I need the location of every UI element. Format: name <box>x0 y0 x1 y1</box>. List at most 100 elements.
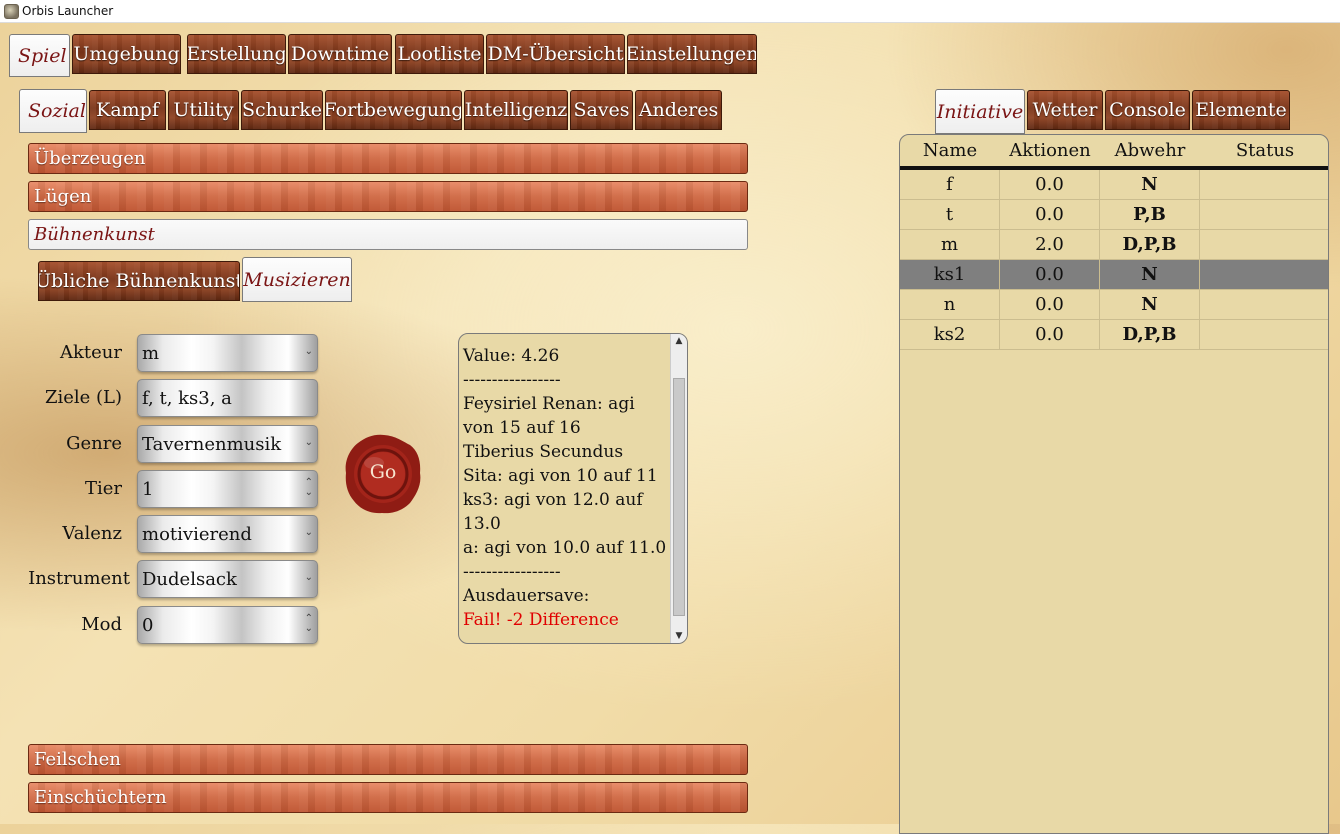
instrument-select[interactable]: Dudelsack ⌄ <box>137 560 318 598</box>
cell-status <box>1200 230 1328 259</box>
output-line: ----------------- <box>463 370 561 390</box>
actor-label: Akteur <box>60 342 122 363</box>
tab-fortbewegung[interactable]: Fortbewegung <box>325 90 462 130</box>
tab-uebliche-buehnenkunst[interactable]: Übliche Bühnenkunst <box>38 261 240 301</box>
table-row-selected[interactable]: ks1 0.0 N <box>900 260 1328 290</box>
result-output[interactable]: ----------------- Value: 4.26 ----------… <box>458 333 688 644</box>
instrument-label: Instrument <box>28 568 130 589</box>
chevron-down-icon: ⌄ <box>304 346 313 357</box>
tab-sozial[interactable]: Sozial <box>19 89 87 133</box>
cell-status <box>1200 200 1328 229</box>
tab-utility[interactable]: Utility <box>168 90 239 130</box>
table-row[interactable]: f 0.0 N <box>900 170 1328 200</box>
cell-name: f <box>900 170 1000 199</box>
skill-buehnenkunst[interactable]: Bühnenkunst <box>28 219 748 250</box>
tab-elemente[interactable]: Elemente <box>1192 90 1290 130</box>
output-line: Value: 4.26 <box>463 346 560 366</box>
skill-feilschen[interactable]: Feilschen <box>28 744 748 775</box>
window-title: Orbis Launcher <box>22 4 114 18</box>
chevron-down-icon: ⌄ <box>304 437 313 448</box>
mod-stepper[interactable]: 0 ⌃ ⌄ <box>137 606 318 644</box>
tab-kampf[interactable]: Kampf <box>89 90 166 130</box>
cell-status <box>1200 290 1328 319</box>
output-line: Ausdauersave: <box>463 586 590 606</box>
cell-actions: 2.0 <box>1000 230 1100 259</box>
cell-defense: D,P,B <box>1100 230 1200 259</box>
tab-intelligenz[interactable]: Intelligenz <box>464 90 568 130</box>
output-line: ----------------- <box>463 562 561 582</box>
skill-einschuechtern[interactable]: Einschüchtern <box>28 782 748 813</box>
cell-name: m <box>900 230 1000 259</box>
mod-label: Mod <box>81 614 122 635</box>
tab-saves[interactable]: Saves <box>570 90 633 130</box>
instrument-value: Dudelsack <box>142 568 237 590</box>
tab-wetter[interactable]: Wetter <box>1027 90 1103 130</box>
column-header-actions[interactable]: Aktionen <box>1000 140 1100 161</box>
cell-status <box>1200 170 1328 199</box>
spinner-icon[interactable]: ⌃ ⌄ <box>305 478 313 498</box>
app-icon <box>4 4 19 19</box>
tab-initiative[interactable]: Initiative <box>935 89 1025 134</box>
table-row[interactable]: ks2 0.0 D,P,B <box>900 320 1328 350</box>
skill-ueberzeugen[interactable]: Überzeugen <box>28 143 748 174</box>
cell-name: ks2 <box>900 320 1000 349</box>
genre-value: Tavernenmusik <box>142 433 282 455</box>
go-button[interactable]: Go <box>344 433 422 515</box>
targets-input[interactable]: f, t, ks3, a <box>137 379 318 417</box>
tab-anderes[interactable]: Anderes <box>635 90 722 130</box>
cell-name: t <box>900 200 1000 229</box>
cell-defense: N <box>1100 170 1200 199</box>
tab-erstellung[interactable]: Erstellung <box>187 34 286 74</box>
tier-label: Tier <box>84 478 122 499</box>
cell-defense: N <box>1100 260 1200 289</box>
valence-label: Valenz <box>62 523 122 544</box>
cell-defense: N <box>1100 290 1200 319</box>
spinner-icon[interactable]: ⌃ ⌄ <box>305 614 313 634</box>
column-header-name[interactable]: Name <box>900 140 1000 161</box>
output-line: Tiberius Secundus Sita: agi von 10 auf 1… <box>463 442 658 486</box>
tab-spiel[interactable]: Spiel <box>9 34 70 77</box>
actor-value: m <box>142 342 160 364</box>
column-header-defense[interactable]: Abwehr <box>1100 140 1200 161</box>
tab-console[interactable]: Console <box>1105 90 1190 130</box>
mod-value: 0 <box>142 614 154 636</box>
genre-select[interactable]: Tavernenmusik ⌄ <box>137 425 318 463</box>
cell-status <box>1200 320 1328 349</box>
initiative-table: Name Aktionen Abwehr Status f 0.0 N t 0.… <box>899 134 1329 834</box>
output-line: a: agi von 10.0 auf 11.0 <box>463 538 667 558</box>
output-line: Feysiriel Renan: agi von 15 auf 16 <box>463 394 641 438</box>
tab-dm-uebersicht[interactable]: DM-Übersicht <box>486 34 625 74</box>
valence-value: motivierend <box>142 523 252 545</box>
genre-label: Genre <box>66 433 122 454</box>
cell-defense: P,B <box>1100 200 1200 229</box>
tier-stepper[interactable]: 1 ⌃ ⌄ <box>137 470 318 508</box>
output-scrollbar[interactable]: ▲ ▼ <box>670 334 687 643</box>
cell-actions: 0.0 <box>1000 290 1100 319</box>
result-text: ----------------- Value: 4.26 ----------… <box>463 334 668 632</box>
output-line-fail: Fail! -2 Difference <box>463 610 619 630</box>
valence-select[interactable]: motivierend ⌄ <box>137 515 318 553</box>
cell-defense: D,P,B <box>1100 320 1200 349</box>
table-row[interactable]: t 0.0 P,B <box>900 200 1328 230</box>
tab-lootliste[interactable]: Lootliste <box>395 34 484 74</box>
title-bar: Orbis Launcher <box>0 0 1340 23</box>
scroll-thumb[interactable] <box>673 378 685 616</box>
chevron-down-icon: ⌄ <box>304 527 313 538</box>
actor-select[interactable]: m ⌄ <box>137 334 318 372</box>
column-header-status[interactable]: Status <box>1200 140 1328 161</box>
tab-schurke[interactable]: Schurke <box>241 90 323 130</box>
cell-name: n <box>900 290 1000 319</box>
table-row[interactable]: n 0.0 N <box>900 290 1328 320</box>
tab-musizieren[interactable]: Musizieren <box>242 257 352 302</box>
table-row[interactable]: m 2.0 D,P,B <box>900 230 1328 260</box>
tier-value: 1 <box>142 478 154 500</box>
cell-name: ks1 <box>900 260 1000 289</box>
table-header: Name Aktionen Abwehr Status <box>900 135 1328 170</box>
skill-luegen[interactable]: Lügen <box>28 181 748 212</box>
output-line: ks3: agi von 12.0 auf 13.0 <box>463 490 649 534</box>
tab-downtime[interactable]: Downtime <box>288 34 392 74</box>
tab-umgebung[interactable]: Umgebung <box>72 34 181 74</box>
scroll-down-icon[interactable]: ▼ <box>671 629 687 643</box>
scroll-up-icon[interactable]: ▲ <box>671 334 687 348</box>
tab-einstellungen[interactable]: Einstellungen <box>627 34 757 74</box>
